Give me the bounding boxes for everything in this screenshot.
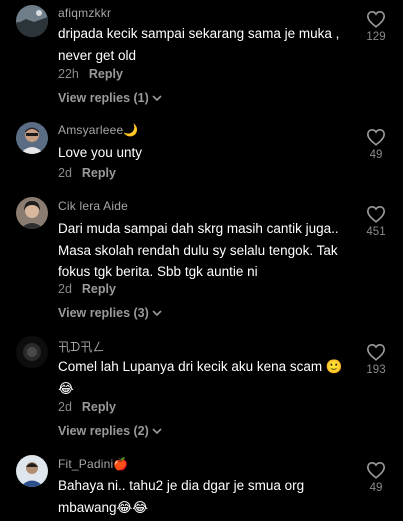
comment-meta: 22h Reply bbox=[58, 67, 123, 81]
like-count: 49 bbox=[369, 482, 383, 494]
like-group: 49 bbox=[361, 461, 391, 494]
reply-button[interactable]: Reply bbox=[82, 282, 116, 296]
heart-icon[interactable] bbox=[366, 10, 386, 28]
user-avatar[interactable] bbox=[16, 122, 48, 154]
heart-icon[interactable] bbox=[366, 128, 386, 146]
heart-icon[interactable] bbox=[366, 343, 386, 361]
heart-icon[interactable] bbox=[366, 461, 386, 479]
comment-meta: 2d Reply bbox=[58, 166, 116, 180]
like-group: 49 bbox=[361, 128, 391, 161]
user-avatar[interactable] bbox=[16, 336, 48, 368]
comment-time: 2d bbox=[58, 282, 72, 296]
comment-meta: 2d Reply bbox=[58, 400, 116, 414]
chevron-down-icon bbox=[152, 428, 162, 435]
comment-time: 22h bbox=[58, 67, 79, 81]
like-count: 49 bbox=[369, 149, 383, 161]
reply-button[interactable]: Reply bbox=[82, 400, 116, 414]
comment-text: Love you unty bbox=[58, 145, 143, 160]
view-replies-label: View replies (2) bbox=[58, 424, 149, 438]
comment-username[interactable]: Cik lera Aide bbox=[58, 199, 128, 213]
comment-username[interactable]: Amsyarleee🌙 bbox=[58, 123, 139, 137]
like-group: 129 bbox=[361, 10, 391, 43]
like-count: 451 bbox=[366, 226, 386, 238]
view-replies-button[interactable]: View replies (3) bbox=[58, 306, 162, 320]
view-replies-button[interactable]: View replies (1) bbox=[58, 91, 162, 105]
comment-username[interactable]: afiqmzkkr bbox=[58, 6, 111, 20]
like-group: 451 bbox=[361, 205, 391, 238]
comment-text: Comel lah Lupanya dri kecik aku kena sca… bbox=[58, 359, 343, 396]
view-replies-label: View replies (1) bbox=[58, 91, 149, 105]
user-avatar[interactable] bbox=[16, 5, 48, 37]
comment-username[interactable]: 卂ᗪ卂ㄥ bbox=[58, 338, 105, 355]
comments-list: afiqmzkkr dripada kecik sampai sekarang … bbox=[0, 0, 403, 521]
comment-meta: 2d Reply bbox=[58, 282, 116, 296]
heart-icon[interactable] bbox=[366, 205, 386, 223]
reply-button[interactable]: Reply bbox=[89, 67, 123, 81]
user-avatar[interactable] bbox=[16, 197, 48, 229]
view-replies-button[interactable]: View replies (2) bbox=[58, 424, 162, 438]
comment-text: dripada kecik sampai sekarang sama je mu… bbox=[58, 26, 340, 63]
like-count: 129 bbox=[366, 31, 386, 43]
comment-username[interactable]: Fit_Padini🍎 bbox=[58, 457, 129, 471]
like-group: 193 bbox=[361, 343, 391, 376]
chevron-down-icon bbox=[152, 95, 162, 102]
like-count: 193 bbox=[366, 364, 386, 376]
reply-button[interactable]: Reply bbox=[82, 166, 116, 180]
user-avatar[interactable] bbox=[16, 455, 48, 487]
chevron-down-icon bbox=[152, 310, 162, 317]
comment-time: 2d bbox=[58, 400, 72, 414]
comment-text: Bahaya ni.. tahu2 je dia dgar je smua or… bbox=[58, 478, 305, 515]
comment-time: 2d bbox=[58, 166, 72, 180]
comment-text: Dari muda sampai dah skrg masih cantik j… bbox=[58, 221, 339, 279]
view-replies-label: View replies (3) bbox=[58, 306, 149, 320]
